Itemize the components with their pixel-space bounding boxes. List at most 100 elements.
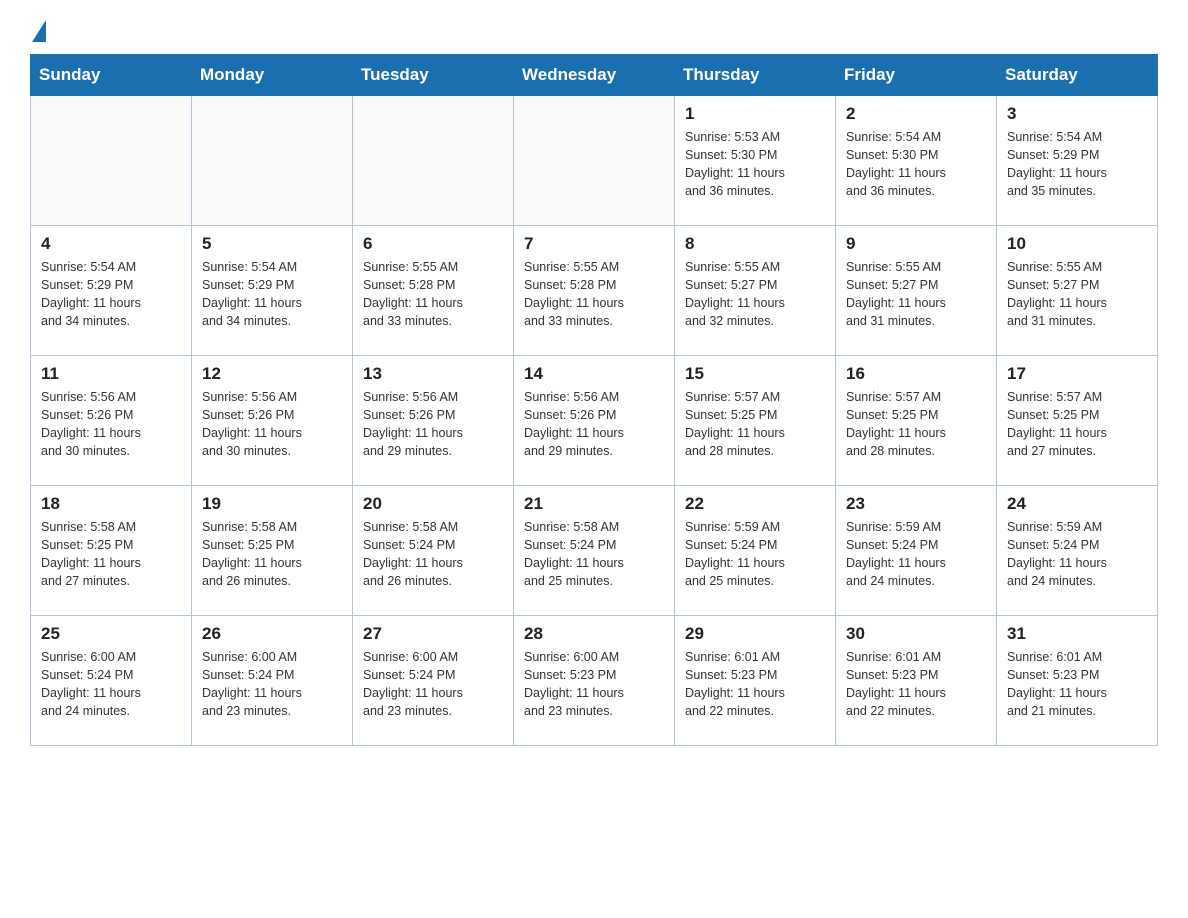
calendar-day-cell: 3 Sunrise: 5:54 AMSunset: 5:29 PMDaylight… (997, 96, 1158, 226)
calendar-day-cell: 11 Sunrise: 5:56 AMSunset: 5:26 PMDayligh… (31, 356, 192, 486)
calendar-header-monday: Monday (192, 55, 353, 96)
day-info: Sunrise: 6:01 AMSunset: 5:23 PMDaylight:… (1007, 648, 1147, 721)
day-info: Sunrise: 5:54 AMSunset: 5:30 PMDaylight:… (846, 128, 986, 201)
day-info: Sunrise: 6:01 AMSunset: 5:23 PMDaylight:… (685, 648, 825, 721)
calendar-header-saturday: Saturday (997, 55, 1158, 96)
calendar-week-row: 4 Sunrise: 5:54 AMSunset: 5:29 PMDaylight… (31, 226, 1158, 356)
calendar-day-cell (31, 96, 192, 226)
calendar-day-cell (514, 96, 675, 226)
calendar-day-cell: 25 Sunrise: 6:00 AMSunset: 5:24 PMDayligh… (31, 616, 192, 746)
calendar-day-cell: 13 Sunrise: 5:56 AMSunset: 5:26 PMDayligh… (353, 356, 514, 486)
calendar-header-row: SundayMondayTuesdayWednesdayThursdayFrid… (31, 55, 1158, 96)
calendar-table: SundayMondayTuesdayWednesdayThursdayFrid… (30, 54, 1158, 746)
day-info: Sunrise: 5:57 AMSunset: 5:25 PMDaylight:… (846, 388, 986, 461)
calendar-day-cell: 21 Sunrise: 5:58 AMSunset: 5:24 PMDayligh… (514, 486, 675, 616)
logo (30, 20, 46, 36)
day-info: Sunrise: 5:55 AMSunset: 5:27 PMDaylight:… (1007, 258, 1147, 331)
day-number: 6 (363, 234, 503, 254)
day-number: 17 (1007, 364, 1147, 384)
day-info: Sunrise: 5:54 AMSunset: 5:29 PMDaylight:… (41, 258, 181, 331)
calendar-day-cell: 26Sunrise: 6:00 AMSunset: 5:24 PMDayligh… (192, 616, 353, 746)
day-info: Sunrise: 5:58 AMSunset: 5:25 PMDaylight:… (41, 518, 181, 591)
calendar-day-cell: 27 Sunrise: 6:00 AMSunset: 5:24 PMDayligh… (353, 616, 514, 746)
day-number: 24 (1007, 494, 1147, 514)
day-number: 13 (363, 364, 503, 384)
day-info: Sunrise: 5:56 AMSunset: 5:26 PMDaylight:… (363, 388, 503, 461)
day-number: 28 (524, 624, 664, 644)
day-info: Sunrise: 5:57 AMSunset: 5:25 PMDaylight:… (1007, 388, 1147, 461)
calendar-week-row: 1 Sunrise: 5:53 AMSunset: 5:30 PMDaylight… (31, 96, 1158, 226)
calendar-day-cell (353, 96, 514, 226)
day-number: 4 (41, 234, 181, 254)
day-info: Sunrise: 5:59 AMSunset: 5:24 PMDaylight:… (1007, 518, 1147, 591)
day-info: Sunrise: 5:55 AMSunset: 5:27 PMDaylight:… (846, 258, 986, 331)
day-number: 5 (202, 234, 342, 254)
day-number: 23 (846, 494, 986, 514)
calendar-day-cell: 17 Sunrise: 5:57 AMSunset: 5:25 PMDayligh… (997, 356, 1158, 486)
day-info: Sunrise: 5:57 AMSunset: 5:25 PMDaylight:… (685, 388, 825, 461)
calendar-header-friday: Friday (836, 55, 997, 96)
calendar-day-cell (192, 96, 353, 226)
day-info: Sunrise: 5:55 AMSunset: 5:27 PMDaylight:… (685, 258, 825, 331)
calendar-day-cell: 29Sunrise: 6:01 AMSunset: 5:23 PMDayligh… (675, 616, 836, 746)
calendar-day-cell: 5Sunrise: 5:54 AMSunset: 5:29 PMDaylight… (192, 226, 353, 356)
day-info: Sunrise: 5:56 AMSunset: 5:26 PMDaylight:… (202, 388, 342, 461)
day-number: 3 (1007, 104, 1147, 124)
calendar-day-cell: 15Sunrise: 5:57 AMSunset: 5:25 PMDayligh… (675, 356, 836, 486)
calendar-header-tuesday: Tuesday (353, 55, 514, 96)
calendar-day-cell: 9 Sunrise: 5:55 AMSunset: 5:27 PMDaylight… (836, 226, 997, 356)
day-number: 21 (524, 494, 664, 514)
calendar-day-cell: 24 Sunrise: 5:59 AMSunset: 5:24 PMDayligh… (997, 486, 1158, 616)
calendar-day-cell: 22 Sunrise: 5:59 AMSunset: 5:24 PMDayligh… (675, 486, 836, 616)
day-number: 26 (202, 624, 342, 644)
day-info: Sunrise: 5:56 AMSunset: 5:26 PMDaylight:… (524, 388, 664, 461)
calendar-day-cell: 31 Sunrise: 6:01 AMSunset: 5:23 PMDayligh… (997, 616, 1158, 746)
day-number: 30 (846, 624, 986, 644)
day-number: 8 (685, 234, 825, 254)
calendar-day-cell: 12 Sunrise: 5:56 AMSunset: 5:26 PMDayligh… (192, 356, 353, 486)
calendar-day-cell: 8 Sunrise: 5:55 AMSunset: 5:27 PMDaylight… (675, 226, 836, 356)
day-number: 19 (202, 494, 342, 514)
logo-triangle-icon (32, 20, 46, 42)
calendar-week-row: 18Sunrise: 5:58 AMSunset: 5:25 PMDayligh… (31, 486, 1158, 616)
calendar-day-cell: 28Sunrise: 6:00 AMSunset: 5:23 PMDayligh… (514, 616, 675, 746)
day-number: 16 (846, 364, 986, 384)
calendar-header-sunday: Sunday (31, 55, 192, 96)
calendar-header-thursday: Thursday (675, 55, 836, 96)
day-number: 25 (41, 624, 181, 644)
calendar-day-cell: 16 Sunrise: 5:57 AMSunset: 5:25 PMDayligh… (836, 356, 997, 486)
day-info: Sunrise: 5:55 AMSunset: 5:28 PMDaylight:… (363, 258, 503, 331)
calendar-day-cell: 1 Sunrise: 5:53 AMSunset: 5:30 PMDaylight… (675, 96, 836, 226)
day-info: Sunrise: 5:55 AMSunset: 5:28 PMDaylight:… (524, 258, 664, 331)
day-number: 22 (685, 494, 825, 514)
calendar-day-cell: 20Sunrise: 5:58 AMSunset: 5:24 PMDayligh… (353, 486, 514, 616)
day-number: 9 (846, 234, 986, 254)
calendar-day-cell: 18Sunrise: 5:58 AMSunset: 5:25 PMDayligh… (31, 486, 192, 616)
calendar-day-cell: 30 Sunrise: 6:01 AMSunset: 5:23 PMDayligh… (836, 616, 997, 746)
day-number: 11 (41, 364, 181, 384)
day-info: Sunrise: 5:58 AMSunset: 5:25 PMDaylight:… (202, 518, 342, 591)
calendar-header-wednesday: Wednesday (514, 55, 675, 96)
day-number: 2 (846, 104, 986, 124)
day-number: 31 (1007, 624, 1147, 644)
day-info: Sunrise: 5:58 AMSunset: 5:24 PMDaylight:… (363, 518, 503, 591)
calendar-day-cell: 14Sunrise: 5:56 AMSunset: 5:26 PMDayligh… (514, 356, 675, 486)
day-info: Sunrise: 5:54 AMSunset: 5:29 PMDaylight:… (1007, 128, 1147, 201)
day-number: 27 (363, 624, 503, 644)
day-info: Sunrise: 5:58 AMSunset: 5:24 PMDaylight:… (524, 518, 664, 591)
calendar-day-cell: 19 Sunrise: 5:58 AMSunset: 5:25 PMDayligh… (192, 486, 353, 616)
calendar-week-row: 25 Sunrise: 6:00 AMSunset: 5:24 PMDayligh… (31, 616, 1158, 746)
calendar-day-cell: 7Sunrise: 5:55 AMSunset: 5:28 PMDaylight… (514, 226, 675, 356)
day-info: Sunrise: 5:53 AMSunset: 5:30 PMDaylight:… (685, 128, 825, 201)
day-info: Sunrise: 5:59 AMSunset: 5:24 PMDaylight:… (685, 518, 825, 591)
day-number: 1 (685, 104, 825, 124)
day-number: 10 (1007, 234, 1147, 254)
day-number: 12 (202, 364, 342, 384)
day-info: Sunrise: 6:00 AMSunset: 5:24 PMDaylight:… (363, 648, 503, 721)
calendar-day-cell: 23 Sunrise: 5:59 AMSunset: 5:24 PMDayligh… (836, 486, 997, 616)
day-info: Sunrise: 5:56 AMSunset: 5:26 PMDaylight:… (41, 388, 181, 461)
day-info: Sunrise: 6:01 AMSunset: 5:23 PMDaylight:… (846, 648, 986, 721)
day-info: Sunrise: 5:59 AMSunset: 5:24 PMDaylight:… (846, 518, 986, 591)
day-info: Sunrise: 6:00 AMSunset: 5:24 PMDaylight:… (41, 648, 181, 721)
calendar-day-cell: 10 Sunrise: 5:55 AMSunset: 5:27 PMDayligh… (997, 226, 1158, 356)
